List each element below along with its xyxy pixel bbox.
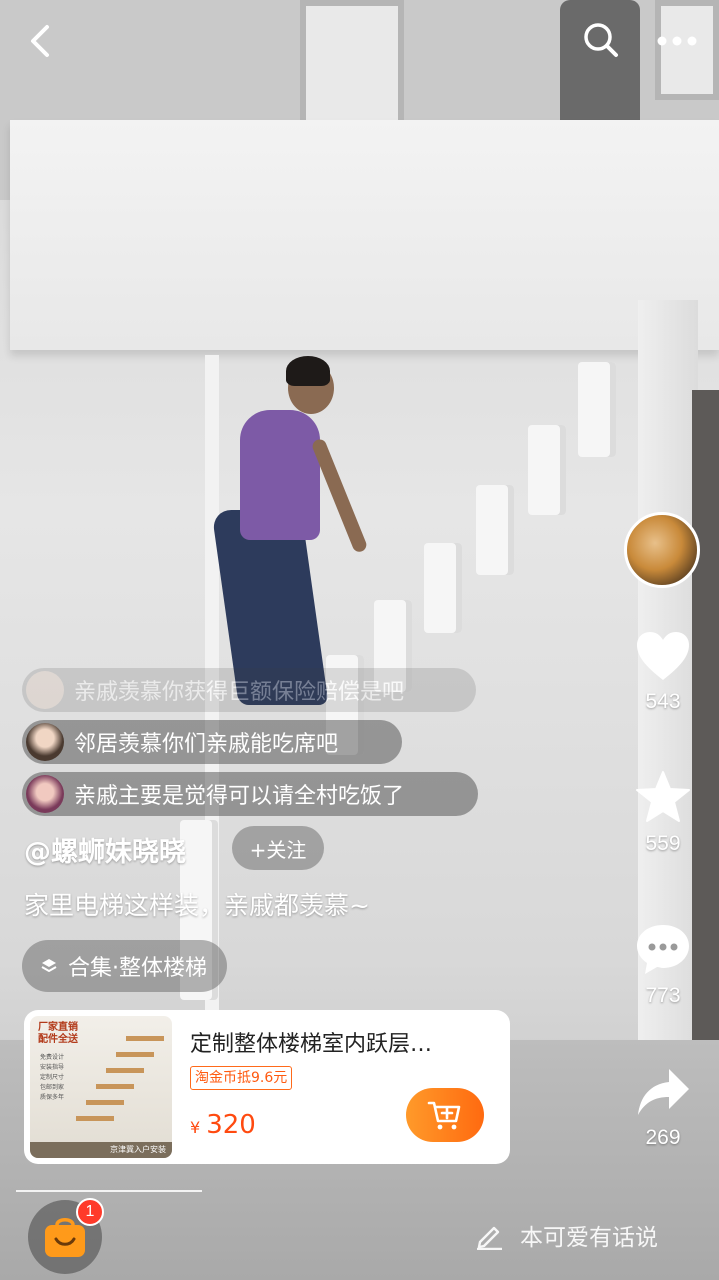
author-handle[interactable]: @螺蛳妹晓晓: [24, 830, 186, 869]
share-button[interactable]: 269: [630, 1066, 696, 1150]
coupon-badge: 淘金币抵9.6元: [190, 1066, 293, 1090]
loft-floor: [10, 120, 719, 350]
product-thumbnail[interactable]: 厂家直销 配件全送 免费设计 安装指导 定制尺寸 包邮到家 质保多年 京津冀入户…: [30, 1016, 172, 1158]
more-button[interactable]: [650, 18, 704, 64]
stair-step: [578, 362, 616, 457]
search-icon: [584, 23, 618, 57]
favorite-button[interactable]: 559: [630, 770, 696, 856]
video-caption: 家里电梯这样装，亲戚都羡慕~: [24, 891, 370, 920]
share-count: 269: [645, 1126, 681, 1149]
thumb-stair: [96, 1084, 134, 1089]
thumb-badge: 厂家直销 配件全送: [38, 1022, 78, 1046]
favorite-count: 559: [645, 832, 681, 855]
danmaku-comment: 亲戚主要是觉得可以请全村吃饭了: [22, 772, 478, 816]
star-icon: [636, 771, 690, 822]
thumb-footer: 京津冀入户安装: [30, 1142, 172, 1158]
add-to-cart-button[interactable]: [406, 1088, 484, 1142]
search-button[interactable]: [576, 16, 626, 64]
comment-button[interactable]: 773: [630, 922, 696, 1008]
thumb-bullet: 包邮到家: [40, 1084, 65, 1091]
back-button[interactable]: [14, 18, 66, 64]
like-button[interactable]: 543: [630, 630, 696, 714]
thumb-bullet: 免费设计: [40, 1054, 65, 1061]
top-bar: [0, 0, 719, 82]
comment-placeholder: 本可爱有话说: [520, 1225, 658, 1251]
avatar: [26, 775, 64, 813]
cart-plus-icon: [427, 1101, 461, 1130]
avatar: [26, 671, 64, 709]
person-hair: [286, 356, 330, 386]
stair-step: [424, 543, 462, 633]
heart-icon: [637, 632, 689, 680]
danmaku-text: 邻居羡慕你们亲戚能吃席吧: [74, 732, 339, 757]
more-dots-icon: [657, 36, 697, 46]
thumb-stair: [86, 1100, 124, 1105]
chevron-left-icon: [31, 25, 49, 57]
comment-input[interactable]: 本可爱有话说: [474, 1218, 658, 1252]
thumb-badge-line: 配件全送: [38, 1034, 78, 1045]
thumb-stair: [106, 1068, 144, 1073]
comment-bubble-icon: [637, 925, 689, 974]
avatar: [26, 723, 64, 761]
thumb-stair: [76, 1116, 114, 1121]
follow-button[interactable]: +关注: [232, 826, 324, 870]
danmaku-text: 亲戚羡慕你获得巨额保险赔偿是吧: [74, 680, 405, 705]
danmaku-comment: 亲戚羡慕你获得巨额保险赔偿是吧: [22, 668, 476, 712]
share-arrow-icon: [638, 1069, 689, 1115]
cart-count-badge: 1: [76, 1198, 104, 1226]
thumb-bullet: 定制尺寸: [40, 1074, 65, 1081]
layers-icon: [41, 959, 57, 972]
danmaku-comment: 邻居羡慕你们亲戚能吃席吧: [22, 720, 402, 764]
product-price: ¥320: [190, 1110, 256, 1140]
thumb-bullet: 安装指导: [40, 1064, 65, 1071]
creator-avatar[interactable]: [624, 512, 700, 588]
pencil-icon: [477, 1226, 502, 1250]
currency-symbol: ¥: [190, 1118, 201, 1137]
collection-chip[interactable]: 合集·整体楼梯: [22, 940, 227, 992]
person-shirt: [240, 410, 320, 540]
danmaku-text: 亲戚主要是觉得可以请全村吃饭了: [74, 784, 405, 809]
thumb-bullet: 质保多年: [40, 1094, 65, 1101]
product-card[interactable]: 厂家直销 配件全送 免费设计 安装指导 定制尺寸 包邮到家 质保多年 京津冀入户…: [24, 1010, 510, 1164]
stair-step: [528, 425, 566, 515]
product-title[interactable]: 定制整体楼梯室内跃层…: [190, 1026, 496, 1058]
thumb-stair: [126, 1036, 164, 1041]
doorframe: [692, 390, 719, 1050]
thumb-stair: [116, 1052, 154, 1057]
comment-count: 773: [645, 984, 681, 1007]
like-count: 543: [645, 690, 681, 713]
video-progress-bar[interactable]: [16, 1190, 202, 1192]
price-value: 320: [206, 1110, 256, 1140]
stair-step: [476, 485, 514, 575]
thumb-badge-line: 厂家直销: [38, 1022, 78, 1033]
collection-label: 合集·整体楼梯: [68, 956, 207, 981]
